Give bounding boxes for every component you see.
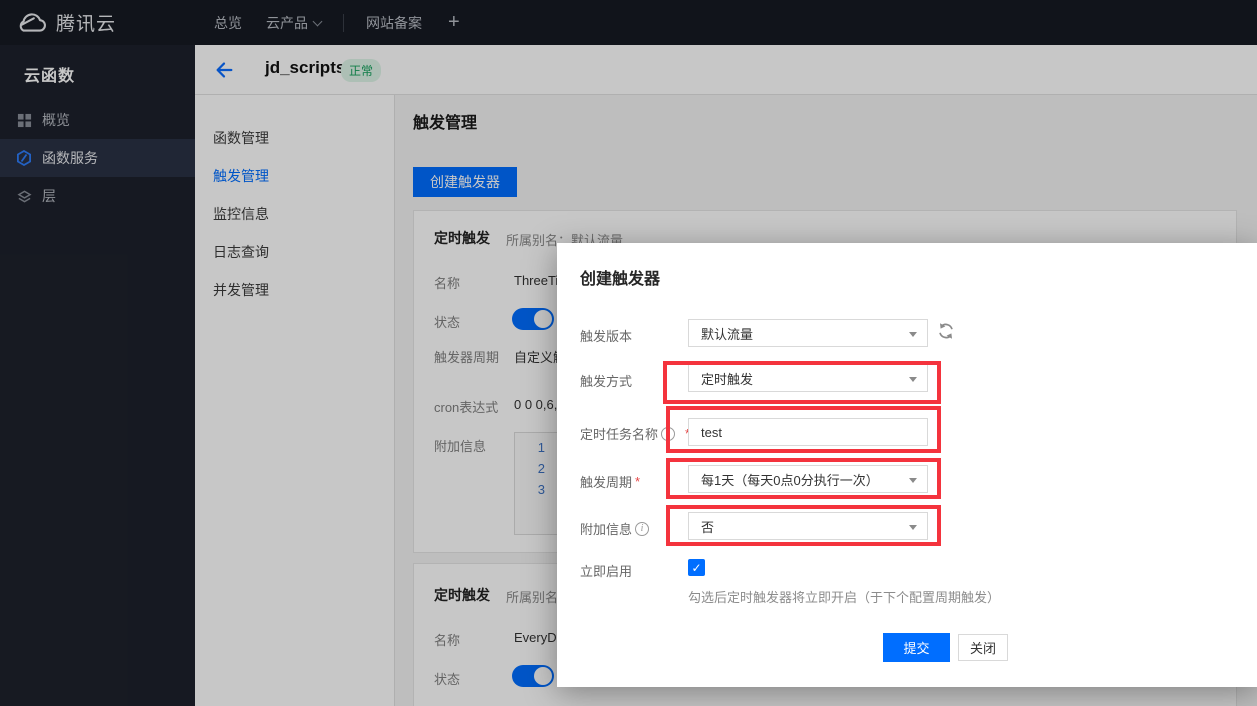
info-icon[interactable]: i	[635, 522, 649, 536]
modal-title: 创建触发器	[580, 265, 660, 289]
select-caret-icon	[909, 478, 917, 483]
enable-now-checkbox[interactable]: ✓	[688, 559, 705, 576]
extra-info-label: 附加信息 i	[580, 519, 649, 538]
version-label: 触发版本	[580, 326, 632, 345]
method-select[interactable]: 定时触发	[688, 364, 928, 392]
extra-info-select[interactable]: 否	[688, 512, 928, 540]
cycle-label: 触发周期 *	[580, 472, 640, 491]
enable-hint: 勾选后定时触发器将立即开启（于下个配置周期触发）	[688, 587, 1000, 606]
close-button[interactable]: 关闭	[958, 634, 1008, 661]
task-name-input[interactable]	[701, 425, 915, 440]
submit-button[interactable]: 提交	[883, 633, 950, 662]
enable-now-label: 立即启用	[580, 561, 632, 580]
app-root: 腾讯云 总览 云产品 网站备案 + 云函数 概览	[0, 0, 1257, 706]
select-caret-icon	[909, 332, 917, 337]
version-select[interactable]: 默认流量	[688, 319, 928, 347]
create-trigger-modal: 创建触发器 触发版本 默认流量 触发方式 定时触发 定时任务名称 i * 触	[557, 243, 1257, 687]
cycle-select[interactable]: 每1天（每天0点0分执行一次）	[688, 465, 928, 493]
info-icon[interactable]: i	[661, 427, 675, 441]
task-name-field	[688, 418, 928, 446]
select-caret-icon	[909, 525, 917, 530]
select-caret-icon	[909, 377, 917, 382]
task-name-label: 定时任务名称 i *	[580, 424, 690, 443]
refresh-icon[interactable]	[936, 321, 956, 341]
required-asterisk: *	[635, 474, 640, 489]
method-label: 触发方式	[580, 371, 632, 390]
